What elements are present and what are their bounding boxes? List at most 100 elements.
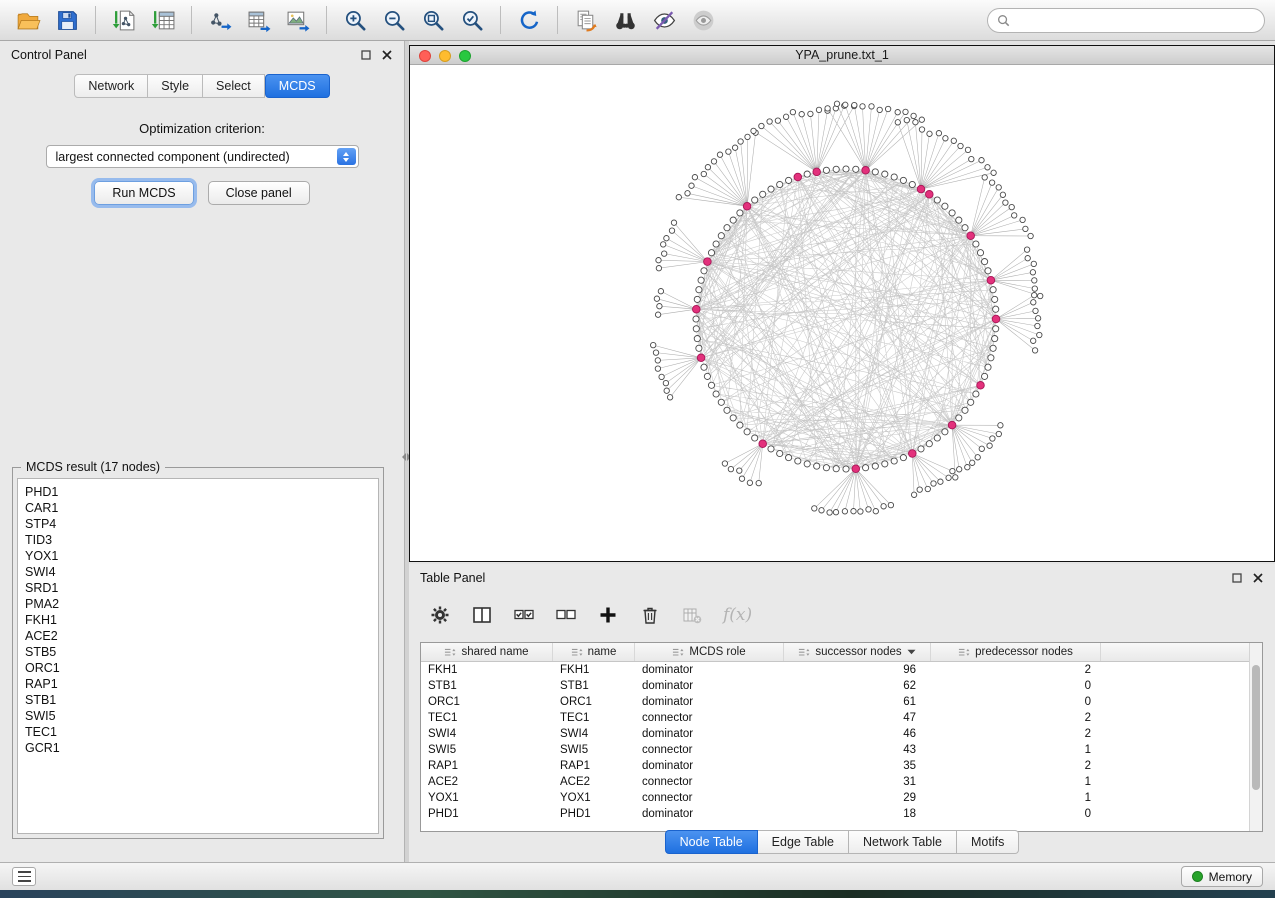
run-mcds-button[interactable]: Run MCDS xyxy=(94,181,193,205)
list-item[interactable]: STP4 xyxy=(25,516,371,532)
tab-network[interactable]: Network xyxy=(74,74,148,98)
close-table-panel-button[interactable] xyxy=(1252,572,1264,584)
list-item[interactable]: GCR1 xyxy=(25,740,371,756)
list-item[interactable]: CAR1 xyxy=(25,500,371,516)
zoom-in-button[interactable] xyxy=(337,4,373,36)
toolbar-divider xyxy=(500,6,501,34)
node-table-body: FKH1FKH1dominator962STB1STB1dominator620… xyxy=(421,662,1249,831)
table-settings-button[interactable] xyxy=(429,604,451,626)
tab-node-table[interactable]: Node Table xyxy=(665,830,758,854)
table-row[interactable]: PHD1PHD1dominator180 xyxy=(421,806,1249,822)
window-close-button[interactable] xyxy=(419,50,431,62)
tab-select[interactable]: Select xyxy=(203,74,265,98)
table-row[interactable]: ORC1ORC1dominator610 xyxy=(421,694,1249,710)
list-item[interactable]: TEC1 xyxy=(25,724,371,740)
memory-button[interactable]: Memory xyxy=(1181,866,1263,887)
list-item[interactable]: STB5 xyxy=(25,644,371,660)
network-graph[interactable] xyxy=(410,65,1274,561)
eye-slash-icon xyxy=(652,8,677,33)
table-row[interactable]: STB1STB1dominator620 xyxy=(421,678,1249,694)
table-cell: 43 xyxy=(784,744,931,756)
list-item[interactable]: YOX1 xyxy=(25,548,371,564)
table-cell: dominator xyxy=(635,680,784,692)
network-canvas[interactable] xyxy=(410,65,1274,561)
table-cell: PHD1 xyxy=(421,808,553,820)
scrollbar-thumb[interactable] xyxy=(1252,665,1260,790)
list-item[interactable]: SWI5 xyxy=(25,708,371,724)
close-panel-button[interactable] xyxy=(381,49,393,61)
table-panel-title: Table Panel xyxy=(420,571,485,585)
table-cell: STB1 xyxy=(553,680,635,692)
column-header-predecessor-nodes[interactable]: predecessor nodes xyxy=(931,643,1101,661)
add-row-button[interactable] xyxy=(597,604,619,626)
tab-mcds[interactable]: MCDS xyxy=(265,74,330,98)
list-item[interactable]: SRD1 xyxy=(25,580,371,596)
table-cell: SWI4 xyxy=(421,728,553,740)
apply-function-button[interactable]: f(x) xyxy=(723,605,752,625)
zoom-selected-button[interactable] xyxy=(454,4,490,36)
hide-selected-button[interactable] xyxy=(646,4,682,36)
tab-network-table[interactable]: Network Table xyxy=(849,830,957,854)
column-header-mcds-role[interactable]: MCDS role xyxy=(635,643,784,661)
close-panel-action-button[interactable]: Close panel xyxy=(208,181,310,205)
memory-status-icon xyxy=(1192,871,1203,882)
list-item[interactable]: RAP1 xyxy=(25,676,371,692)
window-minimize-button[interactable] xyxy=(439,50,451,62)
tab-edge-table[interactable]: Edge Table xyxy=(758,830,849,854)
column-header-successor-nodes[interactable]: successor nodes xyxy=(784,643,931,661)
first-neighbors-button[interactable] xyxy=(607,4,643,36)
table-row[interactable]: YOX1YOX1connector291 xyxy=(421,790,1249,806)
list-item[interactable]: PMA2 xyxy=(25,596,371,612)
list-item[interactable]: ACE2 xyxy=(25,628,371,644)
import-table-button[interactable] xyxy=(145,4,181,36)
column-header-shared-name[interactable]: shared name xyxy=(421,643,553,661)
network-window-titlebar[interactable]: YPA_prune.txt_1 xyxy=(410,46,1274,65)
tab-motifs[interactable]: Motifs xyxy=(957,830,1019,854)
window-maximize-button[interactable] xyxy=(459,50,471,62)
select-all-button[interactable] xyxy=(513,604,535,626)
show-hidden-button[interactable] xyxy=(685,4,721,36)
mcds-result-list[interactable]: PHD1CAR1STP4TID3YOX1SWI4SRD1PMA2FKH1ACE2… xyxy=(17,478,379,834)
table-row[interactable]: SWI4SWI4dominator462 xyxy=(421,726,1249,742)
table-scrollbar[interactable] xyxy=(1249,643,1262,831)
delete-row-button[interactable] xyxy=(639,604,661,626)
float-table-panel-button[interactable] xyxy=(1231,572,1243,584)
list-item[interactable]: FKH1 xyxy=(25,612,371,628)
search-input[interactable] xyxy=(1016,13,1255,27)
export-table-button[interactable] xyxy=(241,4,277,36)
open-session-button[interactable] xyxy=(10,4,46,36)
export-network-button[interactable] xyxy=(202,4,238,36)
copy-network-button[interactable] xyxy=(568,4,604,36)
import-table-icon xyxy=(151,8,176,33)
show-columns-button[interactable] xyxy=(471,604,493,626)
save-session-button[interactable] xyxy=(49,4,85,36)
list-item[interactable]: ORC1 xyxy=(25,660,371,676)
export-image-button[interactable] xyxy=(280,4,316,36)
table-row[interactable]: FKH1FKH1dominator962 xyxy=(421,662,1249,678)
table-cell: TEC1 xyxy=(553,712,635,724)
hide-columns-button[interactable] xyxy=(681,604,703,626)
import-network-button[interactable] xyxy=(106,4,142,36)
criterion-select[interactable]: largest connected component (undirected) xyxy=(46,145,359,168)
zoom-out-button[interactable] xyxy=(376,4,412,36)
table-cell: 46 xyxy=(784,728,931,740)
status-menu-button[interactable] xyxy=(12,867,36,886)
table-row[interactable]: ACE2ACE2connector311 xyxy=(421,774,1249,790)
deselect-all-button[interactable] xyxy=(555,604,577,626)
list-item[interactable]: PHD1 xyxy=(25,484,371,500)
list-item[interactable]: STB1 xyxy=(25,692,371,708)
table-row[interactable]: TEC1TEC1connector472 xyxy=(421,710,1249,726)
refresh-layout-button[interactable] xyxy=(511,4,547,36)
refresh-icon xyxy=(517,8,542,33)
criterion-selected-value: largest connected component (undirected) xyxy=(56,150,290,164)
table-row[interactable]: SWI5SWI5connector431 xyxy=(421,742,1249,758)
zoom-fit-button[interactable] xyxy=(415,4,451,36)
list-item[interactable]: TID3 xyxy=(25,532,371,548)
list-item[interactable]: SWI4 xyxy=(25,564,371,580)
table-cell: 18 xyxy=(784,808,931,820)
table-row[interactable]: RAP1RAP1dominator352 xyxy=(421,758,1249,774)
float-panel-button[interactable] xyxy=(360,49,372,61)
tab-style[interactable]: Style xyxy=(148,74,203,98)
table-cell: TEC1 xyxy=(421,712,553,724)
column-header-name[interactable]: name xyxy=(553,643,635,661)
